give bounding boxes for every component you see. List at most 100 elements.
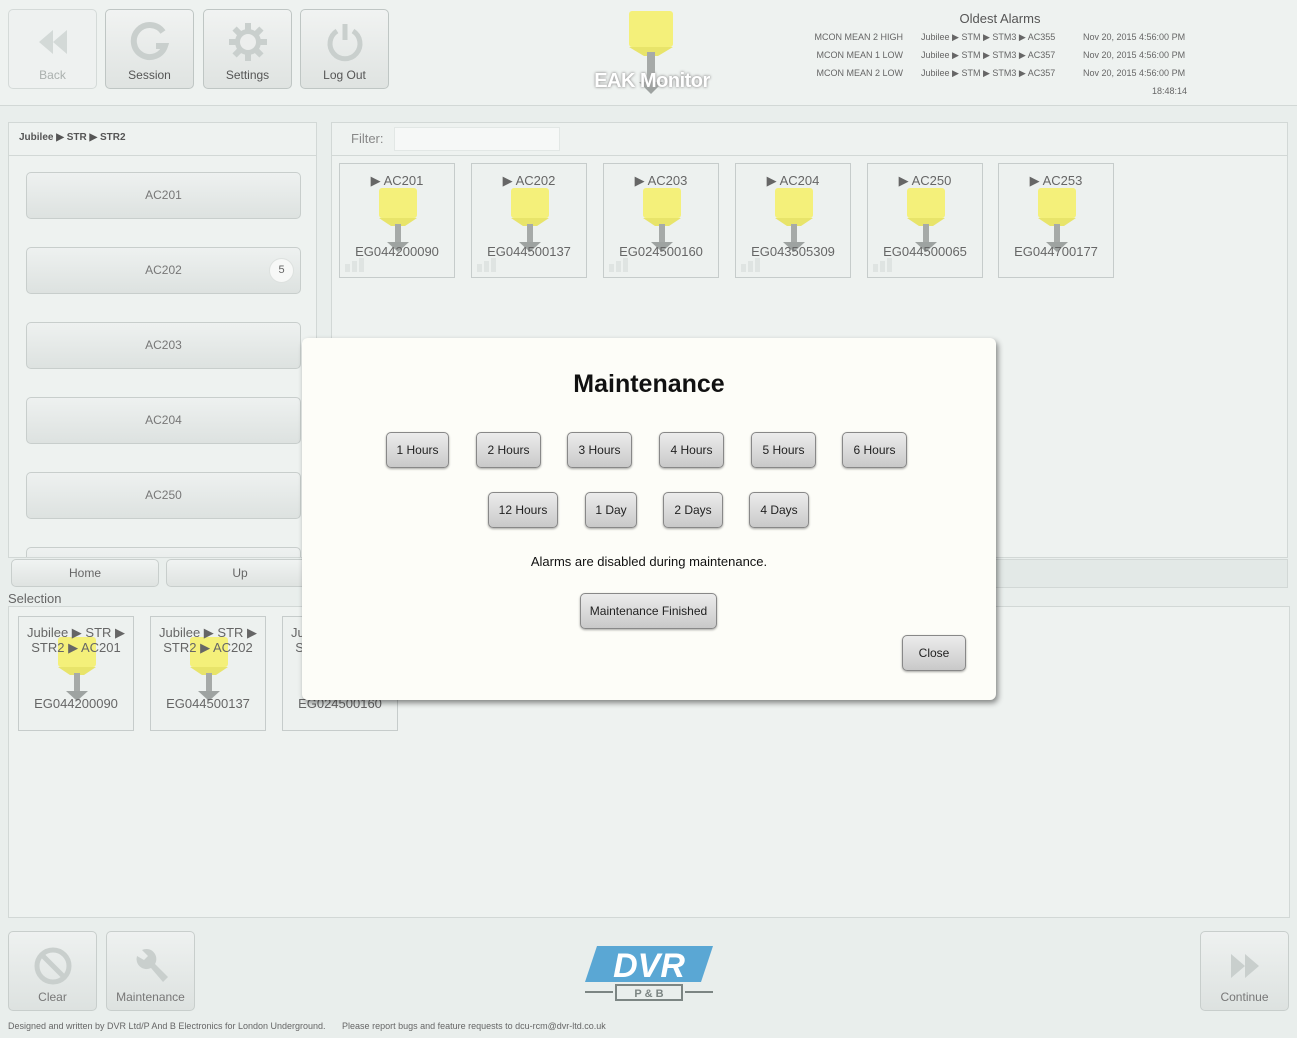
logout-label: Log Out [323, 68, 366, 82]
device-card[interactable]: ▶ AC253 EG044700177 [998, 163, 1114, 278]
signal-bars-icon [345, 258, 364, 272]
session-icon [130, 22, 169, 61]
wrench-icon [136, 949, 168, 982]
footer-credit: Designed and written by DVR Ltd/P And B … [8, 1021, 326, 1031]
signal-bars-icon [609, 258, 628, 272]
signal-bars-icon [873, 258, 892, 272]
device-serial: EG044500137 [166, 696, 250, 711]
alarms-title: Oldest Alarms [959, 11, 1041, 26]
nav-item-label: AC202 [145, 263, 182, 277]
duration-5-hours-button[interactable]: 5 Hours [751, 432, 816, 468]
continue-button[interactable]: Continue [1200, 931, 1289, 1011]
home-button[interactable]: Home [11, 559, 159, 587]
logout-button[interactable]: Log Out [300, 9, 389, 89]
duration-6-hours-button[interactable]: 6 Hours [842, 432, 907, 468]
selected-device-card[interactable]: Jubilee ▶ STR ▶ STR2 ▶ AC201 EG044200090 [18, 616, 134, 731]
session-button[interactable]: Session [105, 9, 194, 89]
duration-3-hours-button[interactable]: 3 Hours [567, 432, 632, 468]
footer: Designed and written by DVR Ltd/P And B … [8, 1021, 620, 1031]
settings-button[interactable]: Settings [203, 9, 292, 89]
back-button[interactable]: Back [8, 9, 97, 89]
device-card[interactable]: ▶ AC203 EG024500160 [603, 163, 719, 278]
up-button[interactable]: Up [166, 559, 314, 587]
nav-item-ac250[interactable]: AC250 [26, 472, 301, 519]
device-card[interactable]: ▶ AC204 EG043505309 [735, 163, 851, 278]
selected-device-card[interactable]: Jubilee ▶ STR ▶ STR2 ▶ AC202 EG044500137 [150, 616, 266, 731]
device-serial: EG044500137 [487, 244, 571, 259]
session-label: Session [128, 68, 171, 82]
alarm-time: Nov 20, 2015 4:56:00 PM [1083, 50, 1186, 60]
app-logo: EAK Monitor [592, 8, 712, 98]
filter-input[interactable] [394, 127, 560, 151]
filter-label: Filter: [351, 131, 384, 146]
alarm-path: Jubilee ▶ STM ▶ STM3 ▶ AC355 [921, 32, 1056, 42]
device-icon [643, 188, 681, 252]
device-path: Jubilee ▶ STR ▶ STR2 ▶ AC201 [26, 625, 126, 655]
alarm-time: Nov 20, 2015 4:56:00 PM [1083, 68, 1186, 78]
device-card[interactable]: ▶ AC201 EG044200090 [339, 163, 455, 278]
clear-label: Clear [38, 990, 67, 1004]
fast-forward-icon [1230, 954, 1259, 978]
alarm-row[interactable]: MCON MEAN 2 LOW Jubilee ▶ STM ▶ STM3 ▶ A… [800, 68, 1200, 80]
device-card[interactable]: ▶ AC202 EG044500137 [471, 163, 587, 278]
maintenance-dialog: Maintenance 1 Hours 2 Hours 3 Hours 4 Ho… [302, 338, 996, 700]
settings-label: Settings [225, 68, 270, 82]
duration-2-days-button[interactable]: 2 Days [663, 492, 723, 528]
nav-item-ac202[interactable]: AC202 5 [26, 247, 301, 294]
alarm-row[interactable]: MCON MEAN 1 LOW Jubilee ▶ STM ▶ STM3 ▶ A… [800, 50, 1200, 62]
device-icon [1038, 188, 1076, 252]
selection-label: Selection [8, 591, 62, 606]
device-serial: EG044200090 [355, 244, 439, 259]
maintenance-note: Alarms are disabled during maintenance. [530, 554, 768, 569]
duration-1-day-button[interactable]: 1 Day [585, 492, 637, 528]
breadcrumb: Jubilee ▶ STR ▶ STR2 [9, 123, 316, 156]
alarm-count-badge: 5 [269, 258, 294, 283]
nav-item-label: AC250 [145, 488, 182, 502]
clock: 18:48:14 [1152, 86, 1188, 96]
back-icon [38, 30, 67, 54]
duration-2-hours-button[interactable]: 2 Hours [476, 432, 541, 468]
device-path: Jubilee ▶ STR ▶ STR2 ▶ AC202 [158, 625, 258, 655]
alarm-type: MCON MEAN 2 HIGH [814, 32, 903, 42]
device-serial: EG044500065 [883, 244, 967, 259]
signal-bars-icon [477, 258, 496, 272]
device-icon [379, 188, 417, 252]
block-icon [34, 947, 71, 985]
nav-item-ac204[interactable]: AC204 [26, 397, 301, 444]
footer-report: Please report bugs and feature requests … [342, 1021, 606, 1031]
device-serial: EG024500160 [619, 244, 703, 259]
nav-item-label: AC204 [145, 413, 182, 427]
maintenance-button[interactable]: Maintenance [106, 931, 195, 1011]
device-card[interactable]: ▶ AC250 EG044500065 [867, 163, 983, 278]
alarm-path: Jubilee ▶ STM ▶ STM3 ▶ AC357 [921, 68, 1056, 78]
nav-item-ac201[interactable]: AC201 [26, 172, 301, 219]
clear-button[interactable]: Clear [8, 931, 97, 1011]
signal-bars-icon [741, 258, 760, 272]
alarm-row[interactable]: MCON MEAN 2 HIGH Jubilee ▶ STM ▶ STM3 ▶ … [800, 32, 1200, 44]
alarm-type: MCON MEAN 1 LOW [816, 50, 903, 60]
device-icon [775, 188, 813, 252]
duration-4-days-button[interactable]: 4 Days [749, 492, 809, 528]
nav-item-partial[interactable] [26, 547, 301, 557]
close-button[interactable]: Close [902, 635, 966, 671]
alarm-path: Jubilee ▶ STM ▶ STM3 ▶ AC357 [921, 50, 1056, 60]
continue-label: Continue [1220, 990, 1269, 1004]
nav-item-label: AC203 [145, 338, 182, 352]
dvr-logo-graphic: DVR P & B [585, 946, 713, 1001]
device-icon [907, 188, 945, 252]
device-serial: EG043505309 [751, 244, 835, 259]
duration-1-hours-button[interactable]: 1 Hours [386, 432, 449, 468]
duration-4-hours-button[interactable]: 4 Hours [659, 432, 724, 468]
device-serial: EG044700177 [1014, 244, 1098, 259]
maintenance-finished-button[interactable]: Maintenance Finished [580, 593, 717, 629]
back-label: Back [39, 68, 66, 82]
nav-item-ac203[interactable]: AC203 [26, 322, 301, 369]
alarm-time: Nov 20, 2015 4:56:00 PM [1083, 32, 1186, 42]
nav-item-label: AC201 [145, 188, 182, 202]
dialog-title: Maintenance [573, 370, 725, 398]
gear-icon [228, 23, 267, 61]
filter-bar: Filter: [332, 123, 1287, 156]
power-icon [327, 24, 362, 62]
navigation-panel: Jubilee ▶ STR ▶ STR2 AC201 AC202 5 AC203… [8, 122, 317, 558]
duration-12-hours-button[interactable]: 12 Hours [488, 492, 558, 528]
